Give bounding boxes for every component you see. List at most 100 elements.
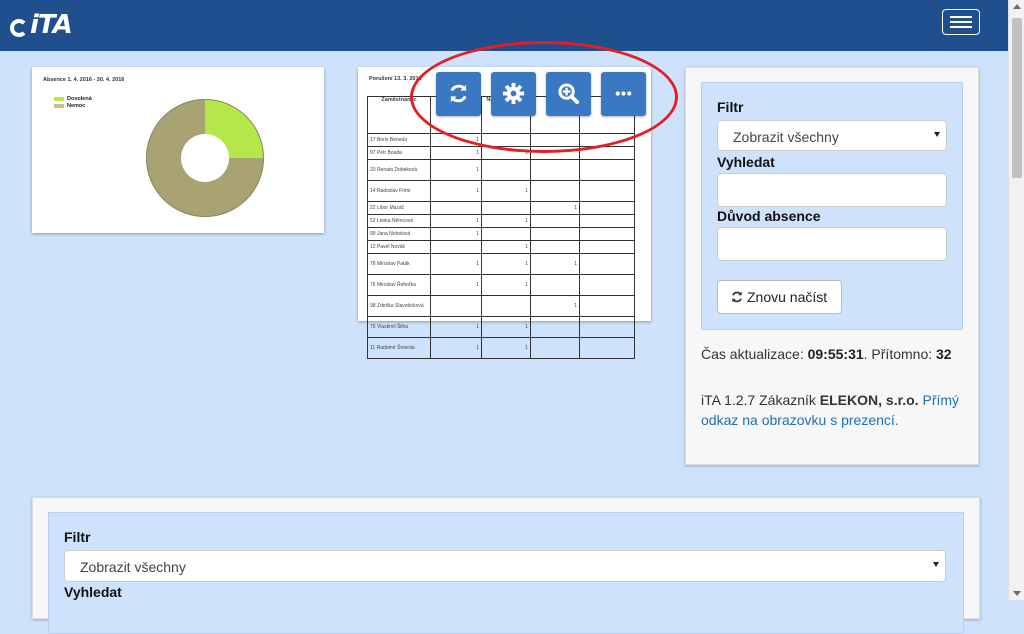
count-cell [430,201,482,215]
count-cell: 1 [430,253,482,275]
logo-text: iTA [30,10,73,40]
version-info: iTA 1.2.7 Zákazník ELEKON, s.r.o. Přímý … [701,390,971,430]
scroll-down-icon[interactable] [1013,591,1021,596]
employee-cell: 78 Miroslav Paták [367,253,431,275]
legend-swatch [54,96,64,101]
filter-label: Filtr [717,99,744,115]
count-cell: 1 [481,146,531,160]
count-cell [530,133,580,147]
legend-swatch [54,103,64,108]
count-cell: 1 [430,337,482,359]
table-row: 99 Jana Nohelová 1 [367,227,635,241]
reload-button[interactable]: Znovu načíst [717,280,842,314]
count-cell: 1 [430,214,482,228]
legend-label: Nemoc [67,102,86,109]
employee-cell: 22 Libor Mazáč [367,201,431,215]
employee-cell: 52 Lenka Němcová [367,214,431,228]
count-cell [579,227,635,241]
employee-cell: 98 Zdeňka Slavotínková [367,295,431,317]
count-cell [481,133,531,147]
employee-cell: 12 Pavel Novák [367,240,431,254]
search-input[interactable] [717,173,947,207]
count-cell [481,227,531,241]
count-cell: 1 [430,316,482,338]
bottom-filter-select-value: Zobrazit všechny [80,559,186,575]
bottom-filter-panel: Filtr Zobrazit všechny Vyhledat [32,497,980,634]
count-cell [530,227,580,241]
count-cell: 1 [481,337,531,359]
status-prefix: Čas aktualizace: [701,346,808,362]
count-cell: 1 [481,240,531,254]
count-cell [430,240,482,254]
employee-cell: 75 Vlastimil Šilha [367,316,431,338]
count-cell [579,180,635,202]
caret-down-icon [934,132,940,137]
count-cell [530,316,580,338]
table-row: 97 Petr Bouda 1 1 [367,146,635,160]
count-cell: 1 [481,253,531,275]
legend-item: Nemoc [54,102,92,109]
table-row: 75 Vlastimil Šilha 1 1 [367,316,635,338]
chart-legend: Dovolená Nemoc [54,95,92,109]
count-cell: 1 [530,253,580,275]
table-row: 12 Pavel Novák 1 [367,240,635,254]
count-cell [530,337,580,359]
legend-label: Dovolená [67,95,92,102]
settings-button[interactable] [491,72,536,116]
employee-cell: 76 Miroslav Řehořka [367,274,431,296]
chart-title: Absence 1. 4. 2016 - 30. 4. 2016 [43,77,125,83]
filter-select-value: Zobrazit všechny [733,129,839,145]
absence-chart-card[interactable]: Absence 1. 4. 2016 - 30. 4. 2016 Dovolen… [32,67,324,233]
menu-toggle-button[interactable] [942,9,980,35]
version-text: iTA 1.2.7 Zákazník [701,392,820,408]
count-cell [579,159,635,181]
table-row: 52 Lenka Němcová 1 1 [367,214,635,228]
refresh-button[interactable] [436,72,481,116]
reload-button-label: Znovu načíst [747,289,828,305]
bottom-filter-form: Filtr Zobrazit všechny Vyhledat [48,512,964,634]
absence-reason-input[interactable] [717,227,947,261]
zoom-button[interactable] [546,72,591,116]
scroll-up-icon[interactable] [1013,4,1021,9]
employee-cell: 99 Jana Nohelová [367,227,431,241]
employee-cell: 97 Petr Bouda [367,146,431,160]
bottom-filter-label: Filtr [64,529,91,545]
app-logo[interactable]: iTA [10,10,73,40]
count-cell [481,295,531,317]
top-navbar: iTA [0,0,1008,51]
count-cell [579,240,635,254]
count-cell [579,337,635,359]
employee-cell: 20 Renata Dobeková [367,159,431,181]
table-row: 22 Libor Mazáč 1 [367,201,635,215]
table-row: 20 Renata Dobeková 1 [367,159,635,181]
count-cell [530,274,580,296]
count-cell: 1 [430,133,482,147]
count-cell: 1 [430,274,482,296]
count-cell [579,274,635,296]
filter-panel: Filtr Zobrazit všechny Vyhledat Důvod ab… [685,67,979,465]
count-cell: 1 [430,180,482,202]
count-cell [579,253,635,275]
present-count: 32 [936,346,952,362]
count-cell: 1 [430,227,482,241]
more-button[interactable] [601,72,646,116]
count-cell [579,146,635,160]
refresh-icon [732,291,742,303]
table-header: Zaměstnanec [367,96,431,134]
scroll-thumb[interactable] [1012,18,1022,178]
count-cell [530,214,580,228]
count-cell [430,295,482,317]
table-row: 98 Zdeňka Slavotínková 1 [367,295,635,317]
count-cell: 1 [481,180,531,202]
absence-donut-chart [146,99,264,217]
count-cell [530,159,580,181]
count-cell: 1 [530,295,580,317]
count-cell [579,214,635,228]
bottom-filter-select[interactable]: Zobrazit všechny [64,550,946,582]
customer-name: ELEKON, s.r.o. [819,392,919,408]
employee-cell: 14 Radoslav Frimí [367,180,431,202]
page-scrollbar[interactable] [1008,0,1024,600]
table-row: 14 Radoslav Frimí 1 1 [367,180,635,202]
count-cell: 1 [481,214,531,228]
filter-select[interactable]: Zobrazit všechny [717,120,947,151]
